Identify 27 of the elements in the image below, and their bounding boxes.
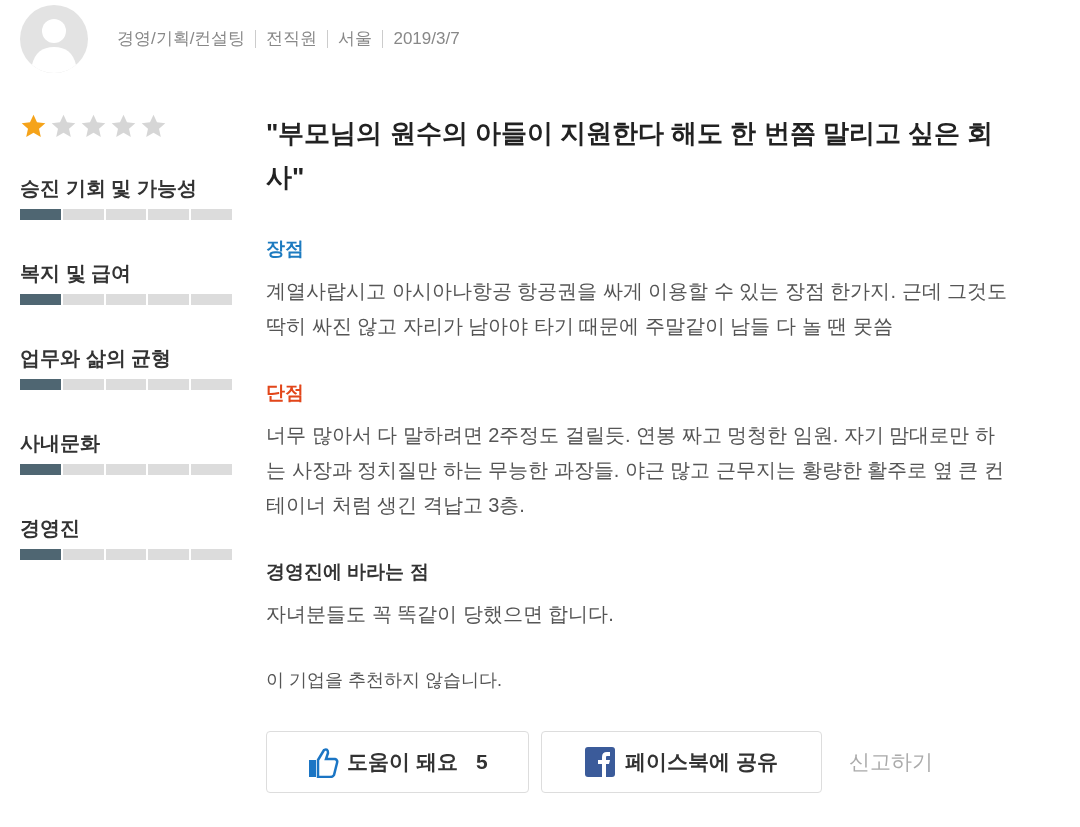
category-label: 복지 및 급여: [20, 261, 133, 286]
category-label: 사내문화: [20, 431, 101, 456]
review-title: "부모님의 원수의 아들이 지원한다 해도 한 번쯤 말리고 싶은 회사": [266, 117, 995, 194]
section-heading: 경영진에 바라는 점: [266, 560, 430, 584]
section-text: 자녀분들도 꼭 똑같이 당했으면 합니다.: [266, 602, 615, 627]
star-icon: [80, 112, 107, 140]
star-icon: [140, 112, 167, 140]
section-heading: 장점: [266, 237, 305, 261]
recommendation-text: 이 기업을 추천하지 않습니다.: [266, 669, 503, 692]
social-logo-icon: [585, 747, 616, 777]
thumbs-up-icon: [307, 746, 340, 778]
meta-text: 서울: [338, 28, 373, 51]
section-text: 계열사랍시고 아시아나항공 항공권을 싸게 이용할 수 있는 장점 한가지. 근데 그것도 딱히 싸진 않고 자리가 남아야 타기 때문에 주말같이 남들 다 놀 땐 못씀: [266, 279, 1009, 339]
share-button[interactable]: 페이스북에 공유: [541, 731, 822, 793]
category-label: 승진 기회 및 가능성: [20, 176, 198, 201]
section-heading: 단점: [266, 381, 305, 405]
category-label: 경영진: [20, 516, 81, 541]
star-icon: [110, 112, 137, 140]
meta-text: 2019/3/7: [393, 28, 460, 51]
section-text: 너무 많아서 다 말하려면 2주정도 걸릴듯. 연봉 짜고 멍청한 임원. 자기 맘대로만 하는 사장과 정치질만 하는 무능한 과장들. 야근 많고 근무지는 황량한 활주로 옆 큰 컨테이너 처럼 생긴 격납고 3층.: [266, 423, 1005, 518]
avatar-icon: [20, 5, 88, 73]
category-label: 업무와 삶의 균형: [20, 346, 173, 371]
star-icon: [20, 112, 47, 140]
meta-text: 경영/기획/컨설팅: [117, 28, 246, 51]
helpful-button[interactable]: 도움이 돼요 5: [266, 731, 529, 793]
meta-text: 전직원: [266, 28, 318, 51]
star-icon: [50, 112, 77, 140]
